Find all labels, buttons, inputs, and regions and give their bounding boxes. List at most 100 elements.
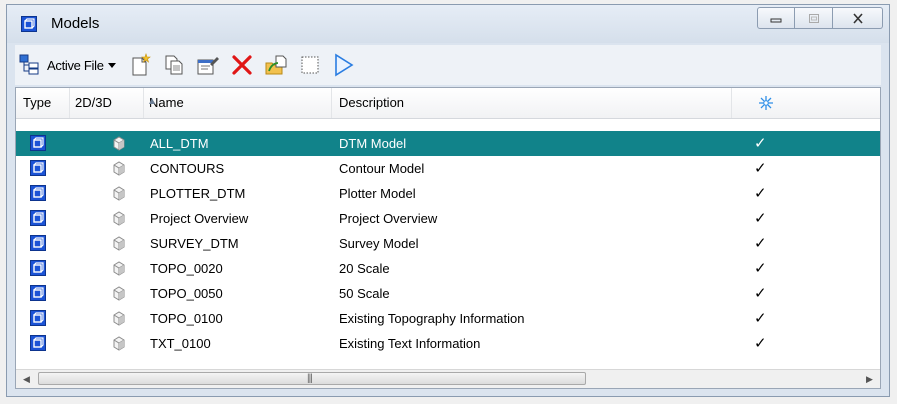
chevron-left-icon: ◀ <box>23 373 30 384</box>
window-controls <box>757 7 883 29</box>
row-name: ALL_DTM <box>150 136 209 151</box>
model-type-icon <box>30 160 46 176</box>
models-list: Type 2D/3D Name ▲ Description ALL_DTM DT… <box>15 87 881 389</box>
column-header-description[interactable]: Description <box>332 88 732 118</box>
row-name: TOPO_0020 <box>150 261 223 276</box>
display-check[interactable]: ✓ <box>754 306 767 331</box>
row-description: Project Overview <box>339 211 438 226</box>
row-description: 20 Scale <box>339 261 390 276</box>
3d-model-icon <box>113 336 125 351</box>
row-description: Existing Topography Information <box>339 311 525 326</box>
display-check[interactable]: ✓ <box>754 331 767 356</box>
toolbar: Active File <box>15 45 881 85</box>
list-rows: ALL_DTM DTM Model ✓ CONTOURS Contour Mod… <box>16 131 880 356</box>
display-check[interactable]: ✓ <box>754 256 767 281</box>
horizontal-scrollbar[interactable]: ◀ ||| ▶ <box>16 369 880 388</box>
view-icon <box>334 53 354 77</box>
3d-model-icon <box>113 236 125 251</box>
scroll-right-button[interactable]: ▶ <box>861 370 878 388</box>
table-row[interactable]: Project Overview Project Overview ✓ <box>16 206 880 231</box>
row-description: Survey Model <box>339 236 419 251</box>
3d-model-icon <box>113 261 125 276</box>
copy-model-icon <box>165 55 183 75</box>
display-check[interactable]: ✓ <box>754 156 767 181</box>
edit-properties-button[interactable] <box>194 50 222 80</box>
model-tree-icon <box>19 54 39 75</box>
3d-model-icon <box>113 286 125 301</box>
model-type-icon <box>30 185 46 201</box>
chevron-right-icon: ▶ <box>866 373 873 384</box>
scroll-left-button[interactable]: ◀ <box>18 370 35 388</box>
table-row[interactable]: TXT_0100 Existing Text Information ✓ <box>16 331 880 356</box>
table-row[interactable]: PLOTTER_DTM Plotter Model ✓ <box>16 181 880 206</box>
column-header-type[interactable]: Type <box>16 88 70 118</box>
copy-model-button[interactable] <box>160 50 188 80</box>
row-description: DTM Model <box>339 136 407 151</box>
maximize-icon <box>808 13 819 23</box>
row-description: 50 Scale <box>339 286 390 301</box>
table-row[interactable]: TOPO_0020 20 Scale ✓ <box>16 256 880 281</box>
file-filter-dropdown[interactable]: Active File <box>47 58 116 73</box>
table-row[interactable]: TOPO_0050 50 Scale ✓ <box>16 281 880 306</box>
model-type-icon <box>30 210 46 226</box>
3d-model-icon <box>113 161 125 176</box>
table-row[interactable]: ALL_DTM DTM Model ✓ <box>16 131 880 156</box>
scrollbar-thumb[interactable]: ||| <box>38 372 586 385</box>
grip-icon: ||| <box>307 373 313 384</box>
import-button[interactable] <box>262 50 290 80</box>
display-column-icon <box>759 96 773 110</box>
display-check[interactable]: ✓ <box>754 206 767 231</box>
row-description: Plotter Model <box>339 186 416 201</box>
row-name: Project Overview <box>150 211 249 226</box>
3d-model-icon <box>113 186 125 201</box>
3d-model-icon <box>113 211 125 226</box>
model-type-icon <box>30 310 46 326</box>
row-name: TXT_0100 <box>150 336 211 351</box>
list-header: Type 2D/3D Name ▲ Description <box>16 88 880 119</box>
row-description: Contour Model <box>339 161 425 176</box>
model-icon <box>21 16 37 32</box>
display-check[interactable]: ✓ <box>754 281 767 306</box>
row-name: CONTOURS <box>150 161 225 176</box>
row-name: TOPO_0050 <box>150 286 223 301</box>
column-header-2d3d[interactable]: 2D/3D <box>70 88 144 118</box>
delete-button[interactable] <box>228 50 256 80</box>
model-type-icon <box>30 135 46 151</box>
column-header-name[interactable]: Name <box>144 88 332 118</box>
close-icon <box>852 12 863 24</box>
view-button[interactable] <box>330 50 358 80</box>
3d-model-icon <box>113 311 125 326</box>
column-header-display[interactable] <box>732 88 822 118</box>
models-dialog: Models Active File Type 2D/3D Name ▲ Des… <box>6 4 890 397</box>
new-model-button[interactable] <box>126 50 154 80</box>
sort-ascending-icon: ▲ <box>147 96 157 107</box>
minimize-icon <box>770 18 782 23</box>
import-icon <box>265 55 287 75</box>
model-type-icon <box>30 335 46 351</box>
row-name: SURVEY_DTM <box>150 236 239 251</box>
row-name: TOPO_0100 <box>150 311 223 326</box>
maximize-button[interactable] <box>795 7 833 29</box>
model-type-icon <box>30 285 46 301</box>
boundary-button[interactable] <box>296 50 324 80</box>
file-filter-label: Active File <box>47 57 104 73</box>
3d-model-icon <box>113 136 125 151</box>
display-check[interactable]: ✓ <box>754 181 767 206</box>
model-type-icon <box>30 235 46 251</box>
chevron-down-icon <box>107 62 116 68</box>
display-check[interactable]: ✓ <box>754 131 767 156</box>
display-check[interactable]: ✓ <box>754 231 767 256</box>
edit-properties-icon <box>197 57 219 75</box>
minimize-button[interactable] <box>757 7 795 29</box>
boundary-icon <box>301 56 319 74</box>
model-type-icon <box>30 260 46 276</box>
table-row[interactable]: CONTOURS Contour Model ✓ <box>16 156 880 181</box>
row-description: Existing Text Information <box>339 336 481 351</box>
new-model-icon <box>132 53 151 76</box>
title-bar[interactable]: Models <box>7 5 889 43</box>
delete-icon <box>232 55 252 75</box>
row-name: PLOTTER_DTM <box>150 186 246 201</box>
table-row[interactable]: SURVEY_DTM Survey Model ✓ <box>16 231 880 256</box>
table-row[interactable]: TOPO_0100 Existing Topography Informatio… <box>16 306 880 331</box>
close-button[interactable] <box>833 7 883 29</box>
